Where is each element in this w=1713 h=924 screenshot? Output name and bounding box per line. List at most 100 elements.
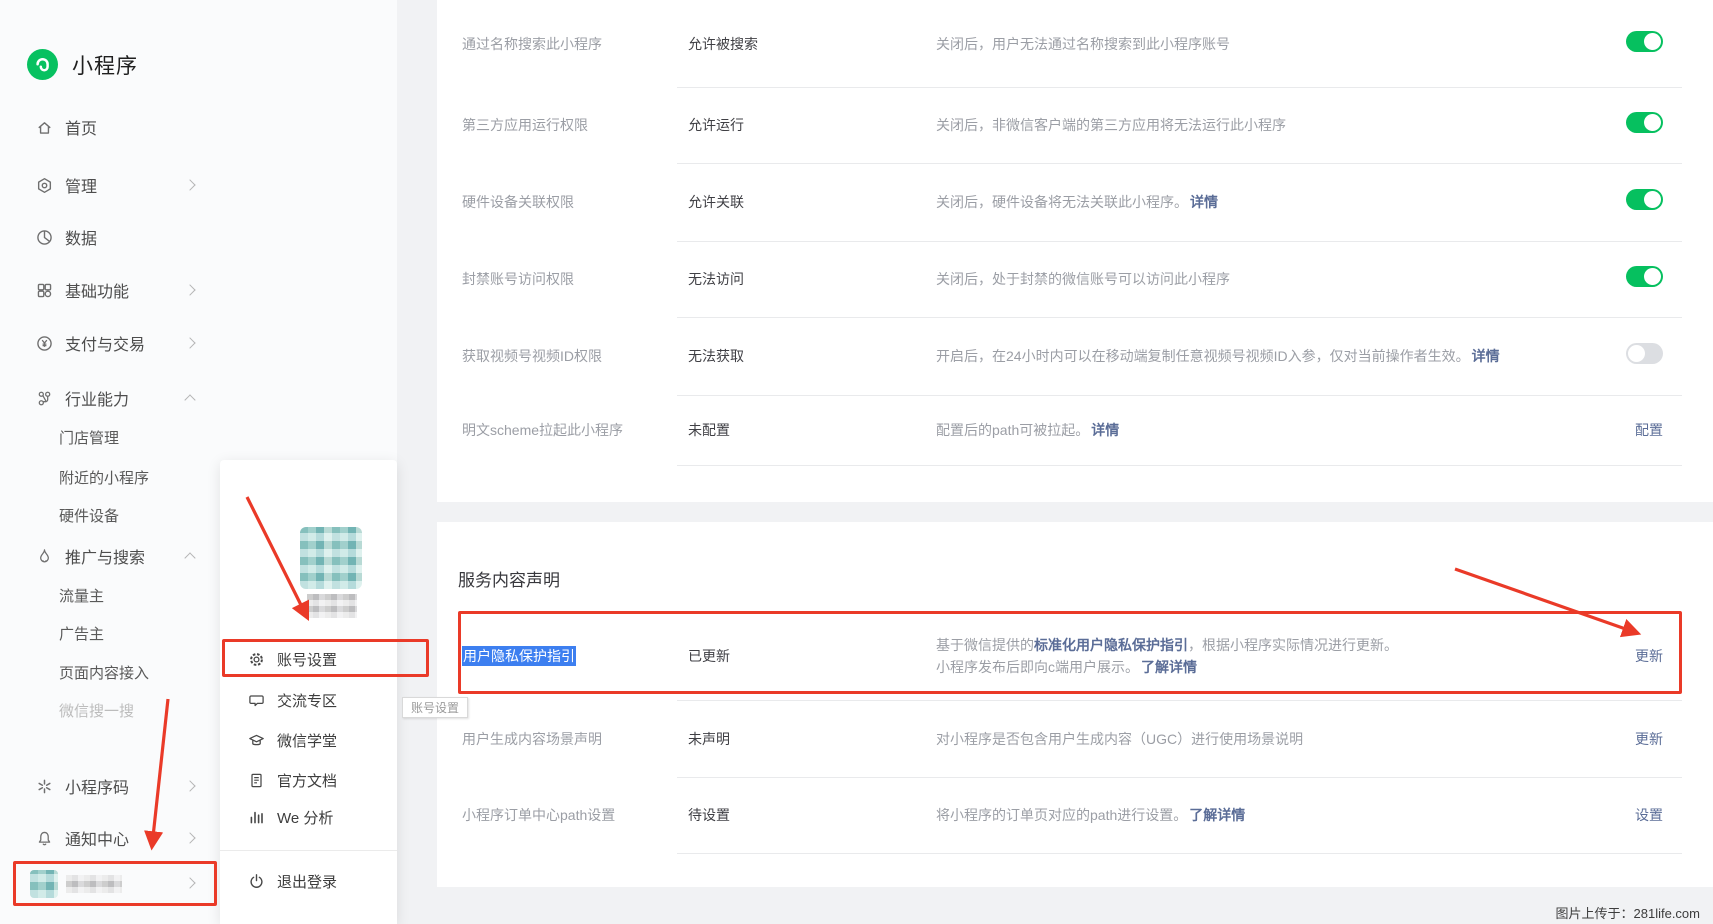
graduation-cap-icon xyxy=(248,732,265,749)
sidebar-item-industry[interactable]: 行业能力 xyxy=(0,378,397,418)
sidebar-item-manage[interactable]: 管理 xyxy=(0,165,397,205)
setting-label: 通过名称搜索此小程序 xyxy=(462,34,602,54)
watermark-text: 图片上传于：281life.com xyxy=(1556,903,1700,922)
learn-more-link[interactable]: 了解详情 xyxy=(1141,659,1197,675)
miniprogram-logo-icon xyxy=(27,49,58,80)
popup-item-label: 官方文档 xyxy=(277,770,337,791)
setting-label: 封禁账号访问权限 xyxy=(462,269,574,289)
description-text: 开启后，在24小时内可以在移动端复制任意视频号视频ID入参，仅对当前操作者生效。 xyxy=(936,348,1470,364)
description-text: 关闭后，非微信客户端的第三方应用将无法运行此小程序 xyxy=(936,117,1286,133)
grid-icon xyxy=(36,282,53,299)
sidebar-item-label: 数据 xyxy=(65,225,97,249)
setting-label: 获取视频号视频ID权限 xyxy=(462,346,602,366)
wechat-miniprogram-console: 小程序 首页 管理 数据 基础功能 支付与交易 行业能力 xyxy=(0,0,1713,924)
sidebar-item-label: 推广与搜索 xyxy=(65,544,145,568)
detail-link[interactable]: 详情 xyxy=(1472,348,1500,364)
subitem-label: 硬件设备 xyxy=(59,505,119,526)
popup-divider xyxy=(220,850,397,851)
setting-label: 第三方应用运行权限 xyxy=(462,115,588,135)
sidebar-item-label: 行业能力 xyxy=(65,386,129,410)
setting-status: 已更新 xyxy=(688,646,730,666)
popup-item-account-settings[interactable]: 账号设置 xyxy=(220,639,397,679)
setting-label: 用户生成内容场景声明 xyxy=(462,729,602,749)
sidebar-item-home[interactable]: 首页 xyxy=(0,107,397,147)
sidebar-item-data[interactable]: 数据 xyxy=(0,217,397,257)
setting-label: 用户隐私保护指引 xyxy=(462,646,576,666)
detail-link[interactable]: 详情 xyxy=(1190,194,1218,210)
manage-icon xyxy=(36,177,53,194)
sidebar-item-basic-functions[interactable]: 基础功能 xyxy=(0,270,397,310)
description-text: 基于微信提供的 xyxy=(936,637,1034,653)
description-text: 关闭后，处于封禁的微信账号可以访问此小程序 xyxy=(936,271,1230,287)
service-declaration-card: 服务内容声明 用户隐私保护指引 已更新 基于微信提供的标准化用户隐私保护指引，根… xyxy=(437,522,1713,887)
settings-row: 封禁账号访问权限 无法访问 关闭后，处于封禁的微信账号可以访问此小程序 xyxy=(437,241,1713,317)
popup-item-logout[interactable]: 退出登录 xyxy=(220,861,397,901)
popup-item-label: We 分析 xyxy=(277,807,333,828)
account-avatar xyxy=(300,527,362,589)
sidebar-item-label: 小程序码 xyxy=(65,774,129,798)
home-icon xyxy=(36,119,53,136)
account-masked-name xyxy=(307,594,357,618)
subitem-label: 页面内容接入 xyxy=(59,662,149,683)
setting-label: 明文scheme拉起此小程序 xyxy=(462,420,623,440)
chevron-right-icon xyxy=(184,284,195,295)
setting-status: 待设置 xyxy=(688,805,730,825)
popup-item-wechat-class[interactable]: 微信学堂 xyxy=(220,720,397,760)
account-settings-tooltip: 账号设置 xyxy=(402,697,468,718)
subitem-label: 门店管理 xyxy=(59,427,119,448)
sidebar-item-payment[interactable]: 支付与交易 xyxy=(0,323,397,363)
chevron-up-icon xyxy=(184,394,195,405)
pie-chart-icon xyxy=(36,229,53,246)
section-title: 服务内容声明 xyxy=(458,566,560,591)
setting-status: 无法访问 xyxy=(688,269,744,289)
app-title: 小程序 xyxy=(72,50,138,80)
learn-more-link[interactable]: 了解详情 xyxy=(1189,807,1245,823)
toggle-switch[interactable] xyxy=(1626,189,1663,210)
profile-avatar[interactable] xyxy=(30,870,58,898)
setting-description: 将小程序的订单页对应的path进行设置。了解详情 xyxy=(936,804,1583,826)
tooltip-text: 账号设置 xyxy=(411,699,459,716)
description-line: 基于微信提供的标准化用户隐私保护指引，根据小程序实际情况进行更新。 xyxy=(936,634,1583,656)
toggle-switch[interactable] xyxy=(1626,266,1663,287)
toggle-switch[interactable] xyxy=(1626,112,1663,133)
settings-row: 用户隐私保护指引 已更新 基于微信提供的标准化用户隐私保护指引，根据小程序实际情… xyxy=(437,611,1713,700)
description-line: 小程序发布后即向c端用户展示。了解详情 xyxy=(936,656,1583,678)
toggle-knob xyxy=(1644,114,1661,131)
toggle-switch[interactable] xyxy=(1626,343,1663,364)
account-popup: 账号设置 交流专区 微信学堂 官方文档 We 分析 退出登录 xyxy=(220,460,397,924)
chevron-right-icon xyxy=(184,780,195,791)
popup-item-official-docs[interactable]: 官方文档 xyxy=(220,760,397,800)
description-text: 小程序发布后即向c端用户展示。 xyxy=(936,659,1139,675)
chevron-right-icon xyxy=(184,179,195,190)
settings-row: 获取视频号视频ID权限 无法获取 开启后，在24小时内可以在移动端复制任意视频号… xyxy=(437,317,1713,395)
row-divider xyxy=(677,853,1682,854)
popup-item-forum[interactable]: 交流专区 xyxy=(220,680,397,720)
chat-bubble-icon xyxy=(248,692,265,709)
popup-item-label: 交流专区 xyxy=(277,690,337,711)
description-text: 配置后的path可被拉起。 xyxy=(936,422,1089,438)
toggle-switch[interactable] xyxy=(1626,31,1663,52)
description-text: ，根据小程序实际情况进行更新。 xyxy=(1188,637,1398,653)
setting-status: 未配置 xyxy=(688,420,730,440)
sidebar-item-label: 管理 xyxy=(65,173,97,197)
chevron-right-icon xyxy=(184,832,195,843)
sidebar-subitem-store-manage[interactable]: 门店管理 xyxy=(0,419,397,455)
update-link[interactable]: 更新 xyxy=(1635,648,1663,664)
update-link[interactable]: 更新 xyxy=(1635,731,1663,747)
set-link[interactable]: 设置 xyxy=(1635,807,1663,823)
toggle-knob xyxy=(1644,268,1661,285)
detail-link[interactable]: 详情 xyxy=(1091,422,1119,438)
bell-icon xyxy=(36,830,53,847)
setting-label: 硬件设备关联权限 xyxy=(462,192,574,212)
popup-item-we-analysis[interactable]: We 分析 xyxy=(220,797,397,837)
setting-status: 无法获取 xyxy=(688,346,744,366)
sidebar-item-label: 基础功能 xyxy=(65,278,129,302)
subitem-label: 附近的小程序 xyxy=(59,467,149,488)
sparkle-code-icon xyxy=(36,778,53,795)
sidebar-item-label: 首页 xyxy=(65,115,97,139)
configure-link[interactable]: 配置 xyxy=(1635,422,1663,438)
privacy-guide-link[interactable]: 标准化用户隐私保护指引 xyxy=(1034,637,1188,653)
description-text: 对小程序是否包含用户生成内容（UGC）进行使用场景说明 xyxy=(936,731,1303,747)
setting-status: 未声明 xyxy=(688,729,730,749)
setting-description: 对小程序是否包含用户生成内容（UGC）进行使用场景说明 xyxy=(936,728,1583,750)
